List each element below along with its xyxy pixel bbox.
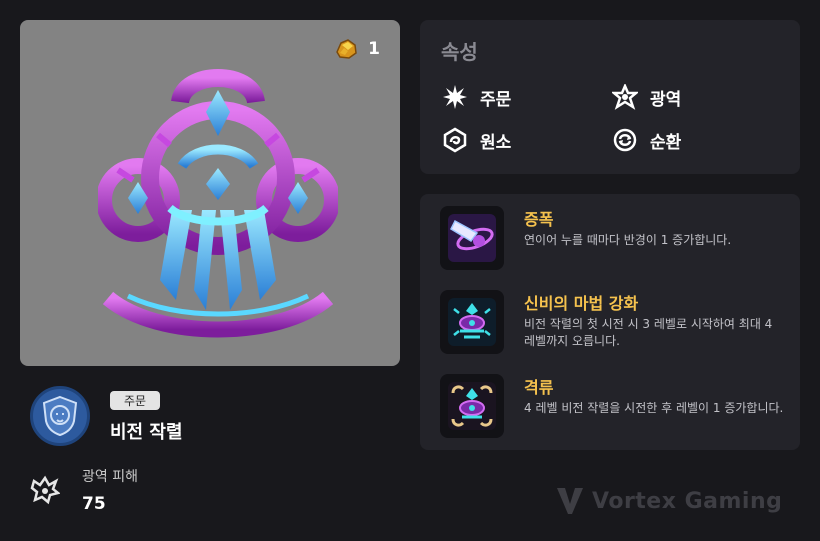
item-header: 주문 비전 작렬: [30, 386, 183, 446]
attribute-label: 원소: [480, 132, 512, 153]
attribute-element: 원소: [442, 127, 511, 153]
effect-text: 격류 4 레벨 비전 작렬을 시전한 후 레벨이 1 증가합니다.: [524, 374, 784, 438]
stat-text: 광역 피해 75: [82, 466, 138, 514]
effect-title: 격류: [524, 378, 554, 397]
item-name: 비전 작렬: [110, 422, 183, 443]
effect-title: 증폭: [524, 210, 554, 229]
type-badge: 주문: [110, 391, 161, 410]
effect-title: 신비의 마법 강화: [524, 294, 639, 313]
effect-arcane-boost: 신비의 마법 강화 비전 작렬의 첫 시전 시 3 레벨로 시작하여 최대 4 …: [440, 290, 784, 354]
attribute-area: 광역: [612, 84, 681, 110]
watermark-text: Vortex Gaming: [592, 488, 783, 514]
effect-desc: 연이어 누를 때마다 반경이 1 증가합니다.: [524, 233, 732, 247]
arcane-blast-artwork: [98, 69, 338, 338]
stat-value: 75: [82, 494, 106, 514]
effect-desc: 비전 작렬의 첫 시전 시 3 레벨로 시작하여 최대 4 레벨까지 오릅니다.: [524, 317, 773, 348]
attribute-cycle: 순환: [612, 127, 681, 153]
effect-amplify: 증폭 연이어 누를 때마다 반경이 1 증가합니다.: [440, 206, 784, 270]
cycle-icon: [612, 127, 638, 153]
element-swirl-icon: [442, 127, 468, 153]
stat-area-damage: 광역 피해 75: [30, 466, 138, 514]
torrent-icon: [440, 374, 504, 438]
item-name-block: 주문 비전 작렬: [110, 390, 183, 444]
spell-burst-icon: [442, 84, 468, 110]
attributes-title: 속성: [441, 40, 478, 64]
effect-torrent: 격류 4 레벨 비전 작렬을 시전한 후 레벨이 1 증가합니다.: [440, 374, 784, 438]
attribute-spell: 주문: [442, 84, 511, 110]
attributes-panel: 속성 주문 광역 원소 순환: [420, 20, 800, 174]
watermark: Vortex Gaming: [556, 486, 782, 516]
attribute-label: 광역: [650, 89, 682, 110]
cost-display: 1: [334, 38, 380, 60]
area-star-icon: [612, 84, 638, 110]
arcane-boost-icon: [440, 290, 504, 354]
effect-desc: 4 레벨 비전 작렬을 시전한 후 레벨이 1 증가합니다.: [524, 401, 784, 415]
effect-text: 신비의 마법 강화 비전 작렬의 첫 시전 시 3 레벨로 시작하여 최대 4 …: [524, 290, 784, 354]
lion-crest-icon: [30, 386, 90, 446]
stat-label: 광역 피해: [82, 469, 138, 485]
effect-text: 증폭 연이어 누를 때마다 반경이 1 증가합니다.: [524, 206, 784, 270]
spell-preview: 1: [20, 20, 400, 366]
effects-panel: 증폭 연이어 누를 때마다 반경이 1 증가합니다. 신비의 마법 강화 비전 …: [420, 194, 800, 450]
vortex-logo-icon: [557, 488, 583, 514]
amplify-icon: [440, 206, 504, 270]
attribute-label: 순환: [650, 132, 682, 153]
attribute-label: 주문: [480, 89, 512, 110]
cost-value: 1: [368, 39, 380, 59]
area-damage-icon: [30, 475, 60, 505]
